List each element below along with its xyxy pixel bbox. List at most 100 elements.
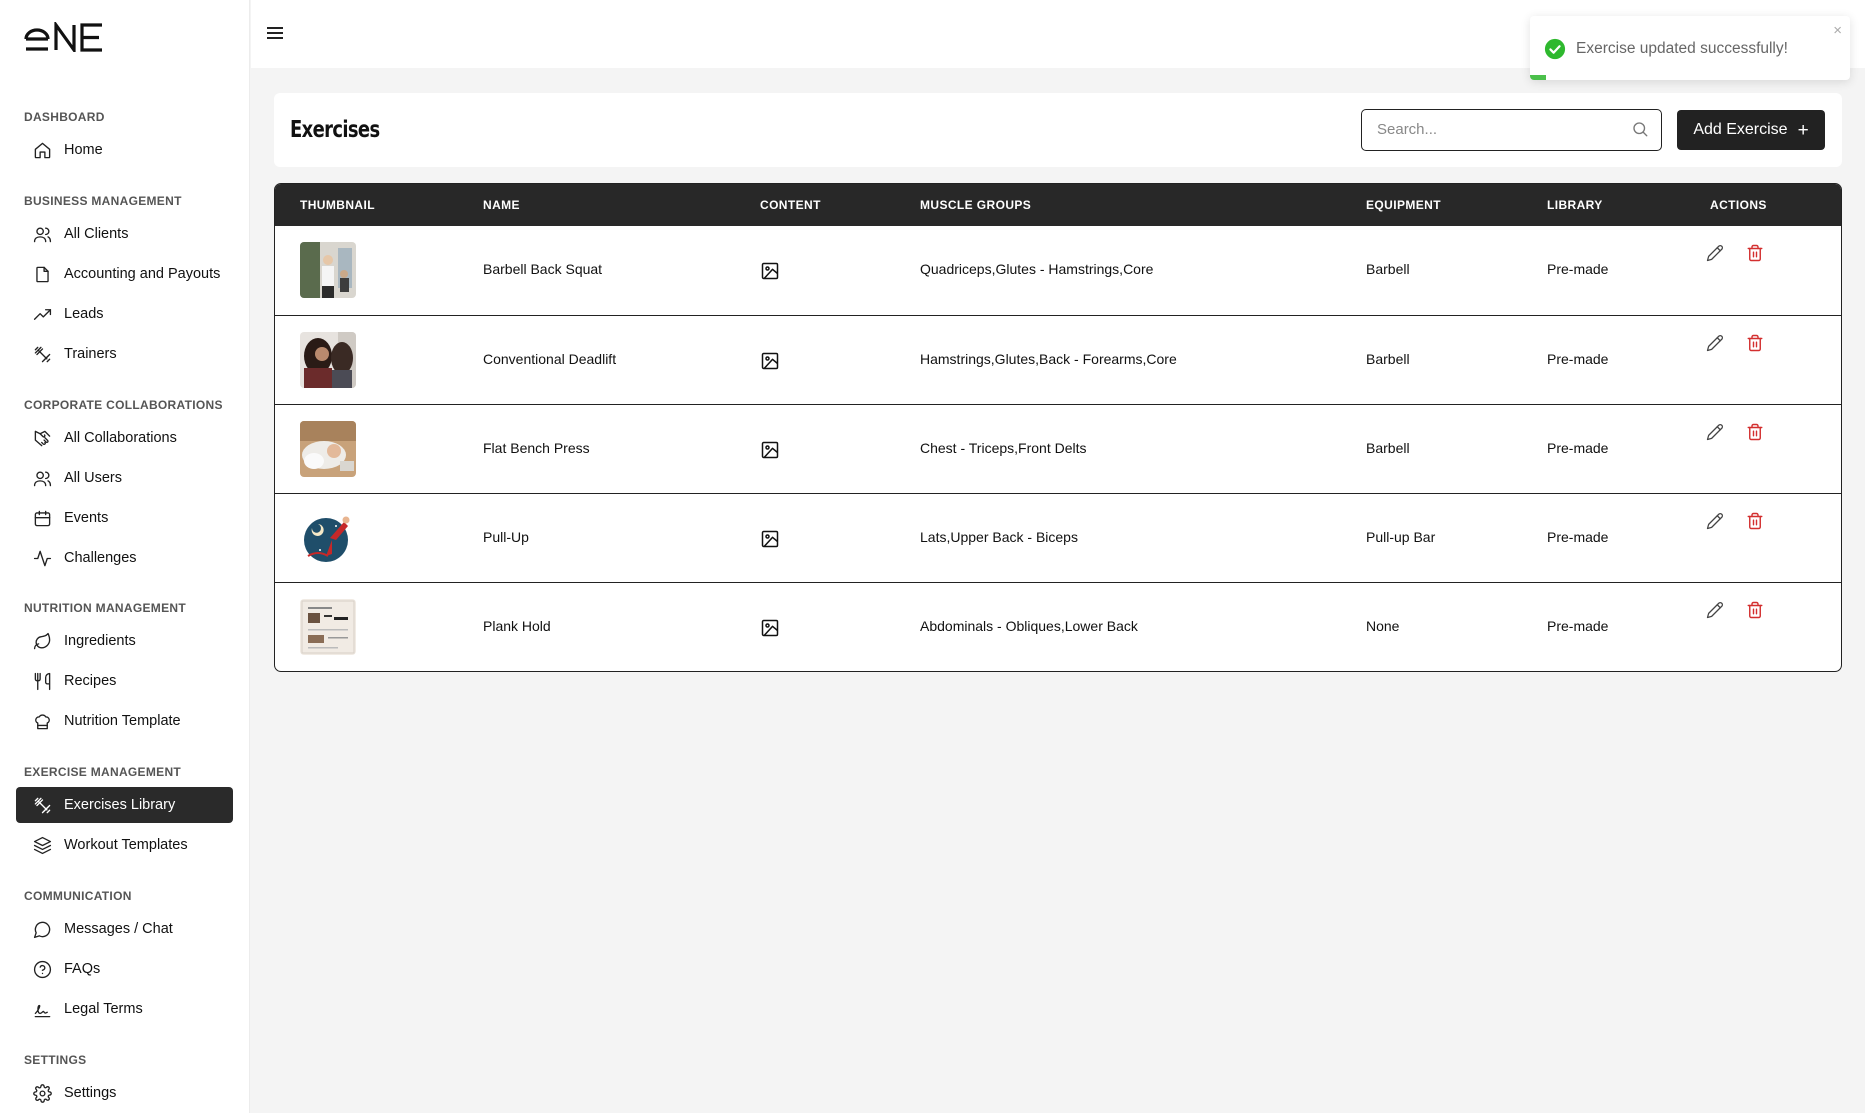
trash-icon[interactable] <box>1746 512 1764 530</box>
table-row[interactable]: Conventional Deadlift Hamstrings,Glutes,… <box>275 315 1841 404</box>
image-icon[interactable] <box>760 351 780 371</box>
sidebar-item-all-clients[interactable]: All Clients <box>16 216 233 252</box>
image-icon[interactable] <box>760 440 780 460</box>
sidebar-item-trainers[interactable]: Trainers <box>16 336 233 372</box>
exercises-table: THUMBNAIL NAME CONTENT MUSCLE GROUPS EQU… <box>274 183 1842 672</box>
column-header-thumbnail: THUMBNAIL <box>300 198 375 212</box>
column-header-library: LIBRARY <box>1547 198 1603 212</box>
image-icon[interactable] <box>760 529 780 549</box>
sidebar-item-ingredients[interactable]: Ingredients <box>16 623 233 659</box>
users-icon <box>32 468 52 488</box>
exercise-muscle-groups: Chest - Triceps,Front Delts <box>920 440 1087 456</box>
image-icon[interactable] <box>760 261 780 281</box>
exercise-library: Pre-made <box>1547 351 1609 367</box>
page-header: Exercises Add Exercise + <box>274 93 1842 167</box>
sidebar-item-label: Messages / Chat <box>64 921 173 937</box>
plus-icon: + <box>1797 119 1809 141</box>
menu-toggle-icon[interactable] <box>267 24 289 44</box>
dumbbell-icon <box>32 344 52 364</box>
sidebar-item-label: All Clients <box>64 226 129 242</box>
sidebar-item-label: Challenges <box>64 550 137 566</box>
sidebar-item-events[interactable]: Events <box>16 500 233 536</box>
sidebar-item-label: Home <box>64 142 103 158</box>
success-toast: Exercise updated successfully! × <box>1530 16 1850 80</box>
handshake-icon <box>32 428 52 448</box>
gear-icon <box>32 1083 52 1103</box>
image-icon[interactable] <box>760 618 780 638</box>
pencil-icon[interactable] <box>1706 334 1724 352</box>
activity-icon <box>32 548 52 568</box>
pencil-icon[interactable] <box>1706 512 1724 530</box>
leaf-icon <box>32 631 52 651</box>
add-exercise-button[interactable]: Add Exercise + <box>1677 110 1825 150</box>
section-title-dashboard: DASHBOARD <box>24 110 105 124</box>
search-icon[interactable] <box>1631 120 1649 138</box>
sidebar-item-label: Accounting and Payouts <box>64 266 221 282</box>
sidebar-item-label: All Collaborations <box>64 430 177 446</box>
sidebar-item-home[interactable]: Home <box>16 132 233 168</box>
exercise-muscle-groups: Quadriceps,Glutes - Hamstrings,Core <box>920 261 1154 277</box>
pencil-icon[interactable] <box>1706 244 1724 262</box>
pencil-icon[interactable] <box>1706 601 1724 619</box>
exercise-library: Pre-made <box>1547 618 1609 634</box>
table-row[interactable]: Plank Hold Abdominals - Obliques,Lower B… <box>275 582 1841 671</box>
close-icon[interactable]: × <box>1833 22 1842 39</box>
trash-icon[interactable] <box>1746 601 1764 619</box>
exercise-thumbnail <box>300 421 356 477</box>
sidebar-item-legal-terms[interactable]: Legal Terms <box>16 991 233 1027</box>
section-title-exercise-management: EXERCISE MANAGEMENT <box>24 765 182 779</box>
table-header: THUMBNAIL NAME CONTENT MUSCLE GROUPS EQU… <box>275 184 1841 226</box>
search-input[interactable] <box>1362 110 1612 148</box>
table-row[interactable]: Barbell Back Squat Quadriceps,Glutes - H… <box>275 226 1841 315</box>
trash-icon[interactable] <box>1746 423 1764 441</box>
sidebar-item-all-collaborations[interactable]: All Collaborations <box>16 420 233 456</box>
exercise-library: Pre-made <box>1547 529 1609 545</box>
pencil-icon[interactable] <box>1706 423 1724 441</box>
exercise-library: Pre-made <box>1547 440 1609 456</box>
toast-progress-bar <box>1530 75 1546 80</box>
trash-icon[interactable] <box>1746 244 1764 262</box>
section-title-settings: SETTINGS <box>24 1053 87 1067</box>
exercise-equipment: Barbell <box>1366 261 1410 277</box>
sidebar-item-exercises-library[interactable]: Exercises Library <box>16 787 233 823</box>
sidebar-item-workout-templates[interactable]: Workout Templates <box>16 827 233 863</box>
column-header-content: CONTENT <box>760 198 821 212</box>
exercise-equipment: Barbell <box>1366 351 1410 367</box>
trash-icon[interactable] <box>1746 334 1764 352</box>
users-icon <box>32 224 52 244</box>
sidebar-item-label: Legal Terms <box>64 1001 143 1017</box>
table-row[interactable]: Flat Bench Press Chest - Triceps,Front D… <box>275 404 1841 493</box>
dumbbell-icon <box>32 795 52 815</box>
sidebar-item-settings[interactable]: Settings <box>16 1075 233 1111</box>
page-title: Exercises <box>290 117 380 143</box>
sidebar-item-all-users[interactable]: All Users <box>16 460 233 496</box>
utensils-icon <box>32 671 52 691</box>
sidebar-item-label: Nutrition Template <box>64 713 181 729</box>
sidebar-item-label: FAQs <box>64 961 101 977</box>
exercise-equipment: Pull-up Bar <box>1366 529 1436 545</box>
sidebar-item-faqs[interactable]: FAQs <box>16 951 233 987</box>
sidebar-item-label: Leads <box>64 306 104 322</box>
search-box <box>1361 109 1662 151</box>
sidebar-item-label: All Users <box>64 470 123 486</box>
exercise-name: Conventional Deadlift <box>483 351 617 367</box>
table-row[interactable]: Pull-Up Lats,Upper Back - Biceps Pull-up… <box>275 493 1841 582</box>
section-title-corporate-collaborations: CORPORATE COLLABORATIONS <box>24 398 223 412</box>
sidebar-item-accounting-and-payouts[interactable]: Accounting and Payouts <box>16 256 233 292</box>
add-exercise-label: Add Exercise <box>1693 121 1788 138</box>
sidebar-item-nutrition-template[interactable]: Nutrition Template <box>16 703 233 739</box>
layers-icon <box>32 835 52 855</box>
table-body: Barbell Back Squat Quadriceps,Glutes - H… <box>275 226 1841 671</box>
sidebar-item-leads[interactable]: Leads <box>16 296 233 332</box>
sidebar-item-label: Ingredients <box>64 633 136 649</box>
exercise-library: Pre-made <box>1547 261 1609 277</box>
sidebar-item-recipes[interactable]: Recipes <box>16 663 233 699</box>
column-header-equipment: EQUIPMENT <box>1366 198 1441 212</box>
brand-logo[interactable] <box>24 22 108 52</box>
exercise-name: Flat Bench Press <box>483 440 590 456</box>
exercise-muscle-groups: Hamstrings,Glutes,Back - Forearms,Core <box>920 351 1177 367</box>
sidebar-item-challenges[interactable]: Challenges <box>16 540 233 576</box>
trending-up-icon <box>32 304 52 324</box>
section-title-business-management: BUSINESS MANAGEMENT <box>24 194 182 208</box>
sidebar-item-messages-chat[interactable]: Messages / Chat <box>16 911 233 947</box>
